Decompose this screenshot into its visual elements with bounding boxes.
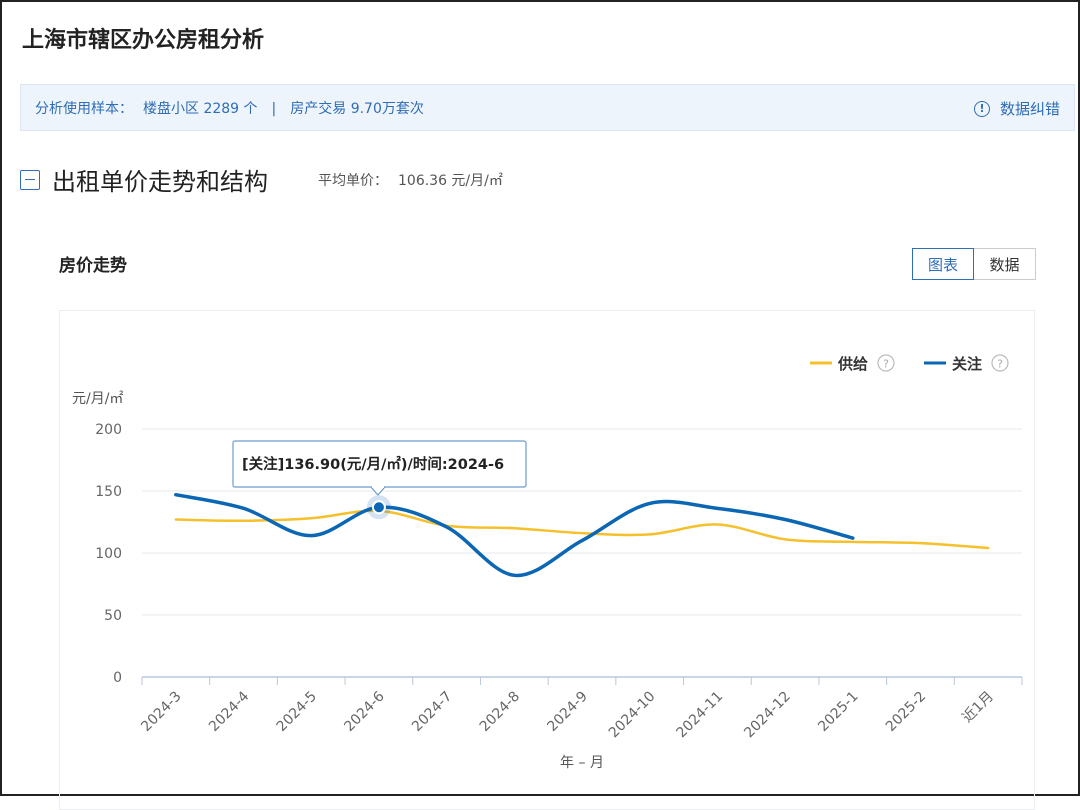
y-tick-label: 150 <box>95 484 122 500</box>
x-tick-label: 2024-7 <box>409 689 455 735</box>
x-axis-title: 年 – 月 <box>560 755 604 771</box>
data-point[interactable] <box>779 533 791 545</box>
sample-text: 分析使用样本： 楼盘小区 2289 个 | 房产交易 9.70万套次 <box>35 98 424 118</box>
data-point[interactable] <box>238 515 250 527</box>
y-tick-label: 0 <box>113 670 122 686</box>
legend-label: 供给 <box>837 355 868 373</box>
y-tick-label: 200 <box>95 422 122 438</box>
data-point[interactable] <box>779 514 791 526</box>
info-icon: ! <box>973 100 990 117</box>
average-price-value: 106.36 元/月/㎡ <box>398 172 503 189</box>
sample-label: 分析使用样本： <box>35 101 133 117</box>
chart-panel: 0 50 100 150 200 2024-3 2024-4 2024-5 2024-6 2024… <box>59 310 1035 810</box>
x-tick-label: 2024-3 <box>138 689 184 735</box>
data-point[interactable] <box>170 514 182 526</box>
x-tick-label: 2024-5 <box>274 689 320 735</box>
data-point[interactable] <box>170 489 182 501</box>
data-point[interactable] <box>982 542 994 554</box>
collapse-icon[interactable] <box>20 169 40 190</box>
y-tick-label: 100 <box>95 546 122 562</box>
section-title: 出租单价走势和结构 <box>52 168 268 196</box>
data-point[interactable] <box>576 535 588 547</box>
x-tick-label: 近1月 <box>960 689 997 726</box>
view-toggle: 图表 数据 <box>912 248 1036 280</box>
sample-item-transactions: 房产交易 9.70万套次 <box>290 101 424 117</box>
data-point[interactable] <box>508 522 520 534</box>
data-point[interactable] <box>644 528 656 540</box>
data-point[interactable] <box>711 502 723 514</box>
data-point[interactable] <box>914 537 926 549</box>
tooltip-text: [关注]136.90(元/月/㎡)/时间:2024-6 <box>242 455 504 473</box>
x-tick-label: 2024-12 <box>741 689 794 742</box>
x-tick-label: 2024-8 <box>477 689 523 735</box>
legend-item-attention[interactable]: 关注? <box>924 354 1009 373</box>
data-point[interactable] <box>508 569 520 581</box>
y-tick-label: 50 <box>104 608 122 624</box>
data-point[interactable] <box>238 502 250 514</box>
legend-item-supply[interactable]: 供给? <box>810 354 895 373</box>
sample-info-bar: 分析使用样本： 楼盘小区 2289 个 | 房产交易 9.70万套次 ! 数据纠错 <box>20 84 1075 131</box>
data-point[interactable] <box>305 512 317 524</box>
x-tick-label: 2024-6 <box>341 688 387 734</box>
y-axis-unit: 元/月/㎡ <box>72 391 123 407</box>
page-title: 上海市辖区办公房租分析 <box>22 28 265 53</box>
series-line-attention <box>174 492 855 578</box>
highlight-point[interactable] <box>371 500 386 515</box>
data-correction-button[interactable]: ! 数据纠错 <box>973 98 1060 119</box>
data-point[interactable] <box>711 518 723 530</box>
average-price-label: 平均单价： <box>318 172 388 189</box>
x-tick-label: 2024-9 <box>544 689 590 735</box>
help-icon-glyph: ? <box>883 358 889 371</box>
data-point[interactable] <box>847 532 859 544</box>
x-tick-label: 2025-1 <box>815 689 861 735</box>
section-header: 出租单价走势和结构 平均单价： 106.36 元/月/㎡ <box>20 162 503 197</box>
tab-data[interactable]: 数据 <box>974 248 1036 280</box>
x-tick-label: 2024-11 <box>674 689 727 742</box>
help-icon-glyph: ? <box>997 358 1003 371</box>
x-tick-label: 2024-4 <box>206 688 252 734</box>
data-point[interactable] <box>441 521 453 533</box>
price-trend-chart: 0 50 100 150 200 2024-3 2024-4 2024-5 2024-6 2024… <box>72 354 1023 771</box>
average-price: 平均单价： 106.36 元/月/㎡ <box>318 170 503 190</box>
chart-title: 房价走势 <box>59 256 127 276</box>
x-tick-label: 2024-10 <box>606 689 659 742</box>
data-correction-label: 数据纠错 <box>999 100 1060 118</box>
sample-item-communities: 楼盘小区 2289 个 <box>143 101 258 117</box>
data-point[interactable] <box>644 497 656 509</box>
legend-label: 关注 <box>952 355 982 373</box>
sample-separator: | <box>271 101 277 117</box>
tab-chart[interactable]: 图表 <box>912 248 974 280</box>
data-point[interactable] <box>305 530 317 542</box>
x-tick-label: 2025-2 <box>883 689 929 735</box>
